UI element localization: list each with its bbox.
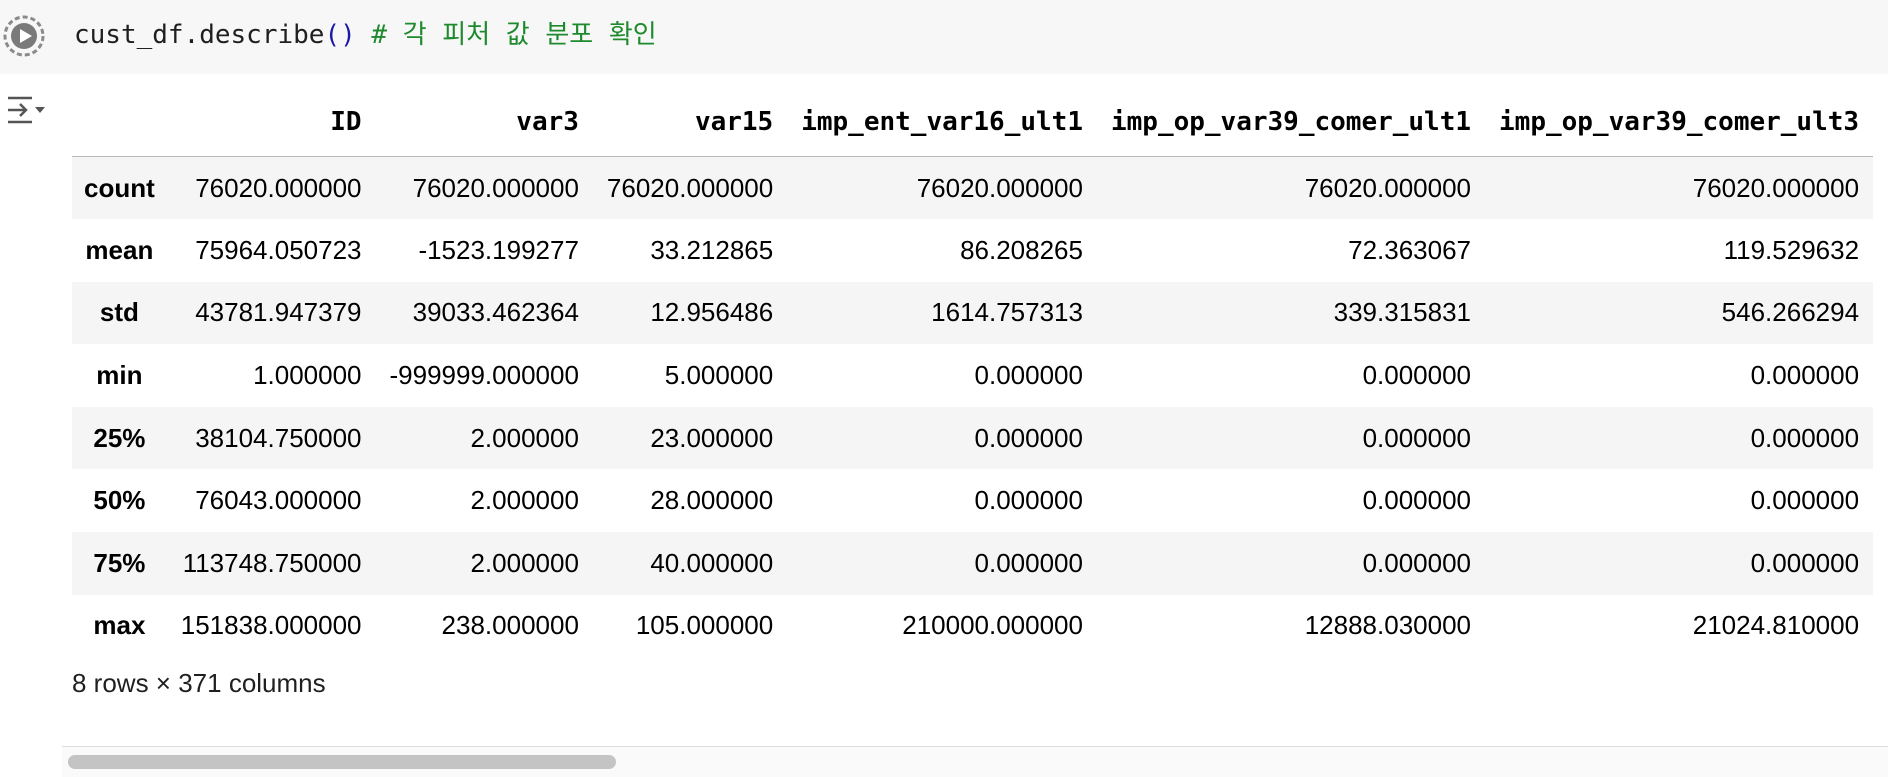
scrollbar-thumb[interactable] — [68, 755, 616, 769]
table-cell: 39033.462364 — [412, 297, 579, 328]
column-header: ID — [166, 88, 376, 157]
table-cell: 105.000000 — [635, 610, 774, 641]
table-cell: 113748.750000 — [182, 547, 362, 578]
table-cell: 2.000000 — [470, 422, 579, 453]
table-cell: 76020.000000 — [1692, 172, 1860, 203]
column-header: var3 — [375, 88, 593, 157]
table-cell: 0.000000 — [1750, 422, 1860, 453]
table-cell: 0.000000 — [1750, 547, 1860, 578]
table-row: max 151838.000000 238.000000 105.000000 2100… — [72, 594, 1874, 658]
table-header: ID var3 var15 imp_ent_var16_ult1 imp_op_… — [72, 88, 1874, 157]
table-cell: 76020.000000 — [916, 172, 1083, 203]
table-cell: 339.315831 — [1333, 297, 1472, 328]
table-row: min 1.000000 -999999.000000 5.000000 0.00000… — [72, 344, 1874, 407]
table-cell: 33.212865 — [650, 234, 774, 265]
dataframe-table: ID var3 var15 imp_ent_var16_ult1 imp_op_… — [72, 88, 1874, 658]
table-row: std 43781.947379 39033.462364 12.956486 1614… — [72, 281, 1874, 345]
table-cell: 238.000000 — [441, 610, 579, 641]
table-cell: 2.000000 — [470, 547, 579, 578]
table-cell: 546.266294 — [1721, 297, 1860, 328]
table-row: 50% 76043.000000 2.000000 28.000000 0.000000… — [72, 469, 1874, 533]
table-cell: 76020.000000 — [412, 172, 579, 203]
dataframe-shape-note: 8 rows × 371 columns — [72, 668, 326, 698]
row-label: min — [96, 360, 143, 391]
table-cell: 21024.810000 — [1692, 610, 1860, 641]
table-cell: 2.000000 — [470, 485, 579, 516]
column-header: imp_op_var39_comer_ult3 — [1485, 88, 1874, 157]
table-cell: 0.000000 — [1362, 547, 1472, 578]
run-cell-button[interactable] — [2, 14, 46, 58]
row-label: std — [99, 297, 139, 328]
table-cell: 151838.000000 — [180, 610, 362, 641]
column-header: imp_ent_var16_ult1 — [787, 88, 1097, 157]
table-cell: 76020.000000 — [606, 172, 774, 203]
table-body: count 76020.000000 76020.000000 76020.00000… — [72, 156, 1874, 658]
table-cell: 72.363067 — [1348, 234, 1472, 265]
table-cell: 38104.750000 — [195, 422, 362, 453]
table-cell: -999999.000000 — [389, 360, 579, 391]
code-text: cust_df.describe — [74, 20, 325, 50]
row-label: mean — [85, 234, 154, 265]
row-label: 75% — [93, 547, 146, 578]
table-cell: -1523.199277 — [418, 234, 579, 265]
table-row: count 76020.000000 76020.000000 76020.00000… — [72, 156, 1874, 220]
collapse-output-icon — [8, 96, 45, 124]
row-label: max — [93, 610, 146, 641]
table-cell: 23.000000 — [650, 422, 774, 453]
table-cell: 40.000000 — [650, 547, 774, 578]
index-header — [72, 88, 167, 157]
table-cell: 0.000000 — [974, 422, 1083, 453]
table-cell: 12.956486 — [650, 297, 774, 328]
table-cell: 76020.000000 — [195, 172, 362, 203]
table-cell: 0.000000 — [1362, 485, 1472, 516]
table-cell: 0.000000 — [1362, 422, 1472, 453]
table-cell: 210000.000000 — [902, 610, 1083, 641]
cell-output: ID var3 var15 imp_ent_var16_ult1 imp_op_… — [72, 88, 1888, 758]
play-circle-icon — [3, 15, 45, 57]
row-label: count — [84, 172, 155, 203]
table-cell: 5.000000 — [664, 360, 774, 391]
table-cell: 43781.947379 — [195, 297, 362, 328]
row-label: 50% — [93, 485, 146, 516]
output-toggle-button[interactable] — [2, 90, 46, 130]
table-cell: 119.529632 — [1723, 234, 1860, 265]
table-row: 25% 38104.750000 2.000000 23.000000 0.000000… — [72, 406, 1874, 470]
table-cell: 1614.757313 — [931, 297, 1083, 328]
table-cell: 0.000000 — [974, 360, 1083, 391]
table-cell: 76020.000000 — [1304, 172, 1472, 203]
table-cell: 86.208265 — [960, 234, 1083, 265]
table-cell: 0.000000 — [974, 547, 1083, 578]
table-cell: 0.000000 — [1362, 360, 1472, 391]
table-cell: 0.000000 — [1750, 360, 1860, 391]
row-label: 25% — [93, 422, 146, 453]
code-editor-line[interactable]: cust_df.describe() # 각 피처 값 분포 확인 — [74, 15, 657, 55]
table-cell: 0.000000 — [974, 485, 1083, 516]
code-comment: # 각 피처 값 분포 확인 — [355, 20, 657, 50]
horizontal-scrollbar[interactable] — [62, 746, 1888, 777]
column-header: imp_op_var39_comer_ult1 — [1096, 88, 1486, 157]
table-cell: 76043.000000 — [195, 485, 362, 516]
table-row: 75% 113748.750000 2.000000 40.000000 0.00000… — [72, 532, 1874, 595]
table-cell: 12888.030000 — [1304, 610, 1472, 641]
table-cell: 1.000000 — [253, 360, 362, 391]
table-row: mean 75964.050723 -1523.199277 33.212865 86.… — [72, 219, 1874, 282]
column-header: var15 — [592, 88, 788, 157]
code-cell-input[interactable]: cust_df.describe() # 각 피처 값 분포 확인 — [0, 0, 1888, 74]
code-paren: () — [324, 20, 356, 50]
table-cell: 75964.050723 — [195, 234, 362, 265]
table-cell: 0.000000 — [1750, 485, 1860, 516]
header-row: ID var3 var15 imp_ent_var16_ult1 imp_op_… — [72, 88, 1874, 157]
table-cell: 28.000000 — [650, 485, 774, 516]
